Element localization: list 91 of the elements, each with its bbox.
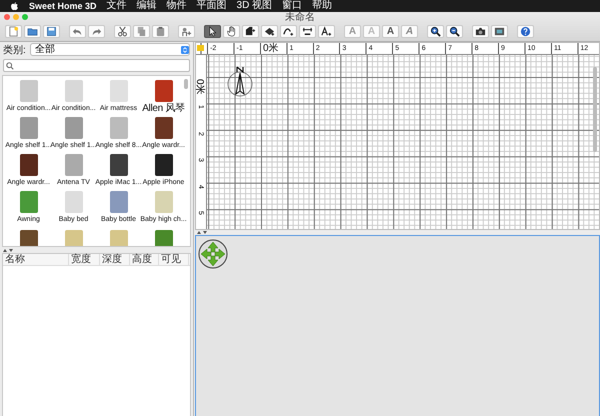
category-dropdown[interactable]: 全部: [30, 43, 190, 56]
create-dimensions-button[interactable]: [299, 25, 316, 38]
dimension-icon: [302, 26, 313, 37]
photo-button[interactable]: [472, 25, 489, 38]
furniture-thumbnail[interactable]: [64, 191, 82, 213]
search-icon: [6, 62, 14, 70]
ruler-label: 0米: [194, 79, 204, 95]
column-header[interactable]: 高度: [130, 254, 159, 265]
scrollbar-thumb[interactable]: [593, 67, 597, 152]
new-file-icon: [8, 26, 19, 37]
furniture-thumbnail[interactable]: [64, 80, 82, 102]
open-button[interactable]: [24, 25, 41, 38]
furniture-thumbnail[interactable]: [20, 80, 38, 102]
paste-icon: [155, 26, 166, 37]
ruler-label: 0米: [263, 43, 279, 54]
save-icon: [46, 26, 57, 37]
app-name[interactable]: Sweet Home 3D: [29, 0, 97, 12]
column-header[interactable]: 宽度: [69, 254, 100, 265]
furniture-thumbnail[interactable]: [154, 117, 172, 139]
zoom-out-icon: [449, 26, 460, 37]
undo-icon: [72, 26, 83, 37]
create-polylines-button[interactable]: [280, 25, 297, 38]
menu-item[interactable]: 物件: [166, 0, 187, 12]
add-text-button[interactable]: [318, 25, 335, 38]
zoom-in-button[interactable]: [427, 25, 444, 38]
polyline-icon: [283, 26, 294, 37]
camera-icon: [475, 26, 486, 37]
cut-button[interactable]: [114, 25, 131, 38]
apple-logo-icon: [10, 2, 19, 10]
furniture-thumbnail[interactable]: [110, 80, 128, 102]
column-header[interactable]: 名称: [3, 254, 69, 265]
column-header[interactable]: 可见: [159, 254, 189, 265]
furniture-thumbnail[interactable]: [110, 230, 128, 246]
compass-drawing: [225, 65, 255, 99]
add-furniture-button[interactable]: [178, 25, 195, 38]
search-field[interactable]: [3, 59, 190, 72]
add-text-icon: [321, 26, 332, 37]
menu-item[interactable]: 帮助: [312, 0, 332, 12]
pan-mode-button[interactable]: [223, 25, 240, 38]
new-button[interactable]: [5, 25, 22, 38]
window-title: 未命名: [285, 12, 315, 23]
furniture-thumbnail[interactable]: [64, 230, 82, 246]
furniture-name[interactable]: Allen 风琴: [142, 104, 185, 114]
paste-button[interactable]: [152, 25, 169, 38]
redo-icon: [91, 26, 102, 37]
menu-item[interactable]: 编辑: [136, 0, 157, 12]
furniture-thumbnail[interactable]: [20, 191, 38, 213]
undo-button[interactable]: [69, 25, 86, 38]
create-rooms-button[interactable]: [261, 25, 278, 38]
room-icon: [264, 26, 275, 37]
hand-icon: [226, 26, 237, 37]
furniture-thumbnail[interactable]: [154, 80, 172, 102]
select-mode-button[interactable]: [204, 25, 221, 38]
column-header[interactable]: 深度: [100, 254, 130, 265]
furniture-thumbnail[interactable]: [110, 117, 128, 139]
furniture-thumbnail[interactable]: [154, 154, 172, 176]
bold-text-button[interactable]: A: [382, 25, 399, 38]
redo-button[interactable]: [88, 25, 105, 38]
wall-icon: [245, 26, 256, 37]
film-icon: [494, 26, 505, 37]
save-button[interactable]: [43, 25, 60, 38]
furniture-thumbnail[interactable]: [64, 117, 82, 139]
scissors-icon: [117, 26, 128, 37]
copy-icon: [136, 26, 147, 37]
dropdown-arrows-icon: [181, 44, 189, 54]
furniture-thumbnail[interactable]: [154, 191, 172, 213]
furniture-thumbnail[interactable]: [64, 154, 82, 176]
menu-item[interactable]: 3D 视图: [236, 0, 272, 12]
furniture-thumbnail[interactable]: [110, 191, 128, 213]
create-walls-button[interactable]: [242, 25, 259, 38]
splitter-arrows-icon[interactable]: [197, 230, 207, 235]
category-label: 类别:: [3, 44, 26, 56]
video-button[interactable]: [491, 25, 508, 38]
add-furniture-icon: [181, 26, 192, 37]
scrollbar-thumb[interactable]: [184, 79, 188, 89]
help-icon: [520, 26, 531, 37]
furniture-thumbnail[interactable]: [20, 154, 38, 176]
zoom-in-icon: [430, 26, 441, 37]
folder-icon: [27, 26, 38, 37]
plan-corner-icon: [197, 45, 204, 51]
help-button[interactable]: [517, 25, 534, 38]
furniture-thumbnail[interactable]: [20, 230, 38, 246]
zoom-out-button[interactable]: [446, 25, 463, 38]
furniture-thumbnail[interactable]: [20, 117, 38, 139]
furniture-thumbnail[interactable]: [110, 154, 128, 176]
navigation-arrows-icon[interactable]: [198, 239, 228, 269]
furniture-thumbnail[interactable]: [154, 230, 172, 246]
splitter-arrows-icon[interactable]: [3, 248, 13, 252]
close-button[interactable]: [4, 14, 10, 20]
menu-item[interactable]: 平面图: [196, 0, 227, 12]
pointer-icon: [207, 26, 218, 37]
